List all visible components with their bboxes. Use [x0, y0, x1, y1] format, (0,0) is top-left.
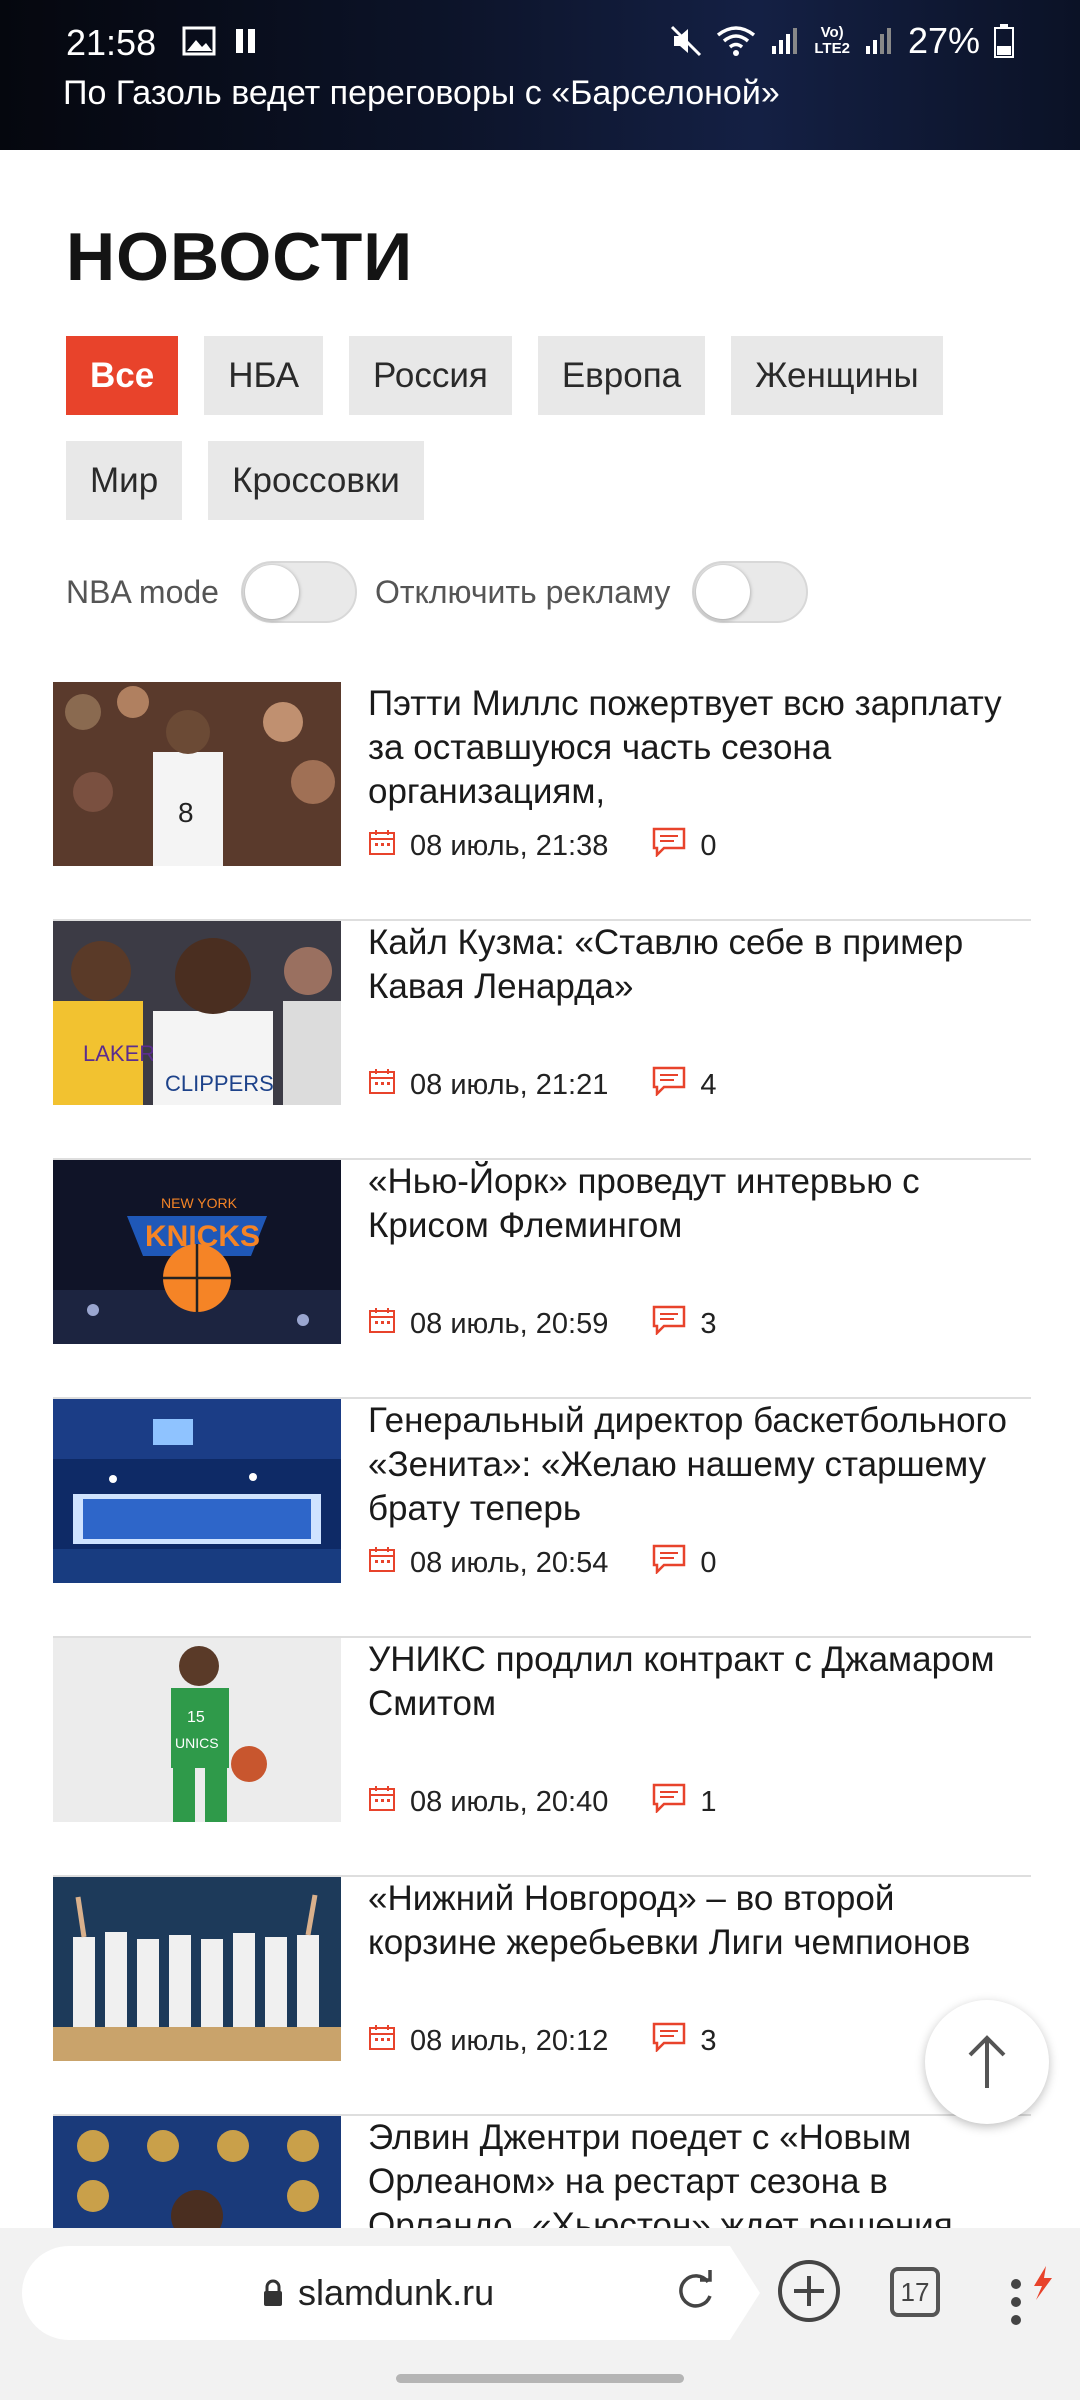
- news-item[interactable]: KNICKS NEW YORK «Нью-Йорк» проведут интер…: [53, 1160, 1031, 1399]
- reload-icon[interactable]: [672, 2268, 718, 2314]
- comment-icon: [652, 2022, 686, 2060]
- news-item[interactable]: 8 Пэтти Миллс пожертвует всю зарплату за…: [53, 682, 1031, 921]
- news-title[interactable]: «Нью-Йорк» проведут интервью с Крисом Фл…: [368, 1160, 1028, 1292]
- news-thumbnail[interactable]: [53, 1877, 341, 2061]
- comment-icon: [652, 1066, 686, 1104]
- news-title[interactable]: Кайл Кузма: «Ставлю себе в пример Кавая …: [368, 921, 1028, 1053]
- news-title[interactable]: Пэтти Миллс пожертвует всю зарплату за о…: [368, 682, 1028, 814]
- news-date: 08 июль, 21:38: [410, 829, 609, 862]
- news-date: 08 июль, 20:54: [410, 1546, 609, 1579]
- top-banner[interactable]: 21:58 Vo) LTE2 27% По Газоль ведет перего…: [0, 0, 1080, 150]
- address-bar[interactable]: slamdunk.ru: [22, 2246, 760, 2340]
- new-tab-button[interactable]: [776, 2258, 842, 2329]
- news-list: 8 Пэтти Миллс пожертвует всю зарплату за…: [53, 682, 1031, 2355]
- gallery-icon: [182, 26, 216, 56]
- news-item[interactable]: 15 UNICS УНИКС продлил контракт с Джамаро…: [53, 1638, 1031, 1877]
- signal-icon: [772, 28, 798, 54]
- url-text[interactable]: slamdunk.ru: [298, 2272, 494, 2314]
- news-item[interactable]: Генеральный директор баскетбольного «Зен…: [53, 1399, 1031, 1638]
- category-filters: Все НБА Россия Европа Женщины Мир Кроссо…: [66, 336, 1026, 520]
- svg-text:8: 8: [178, 797, 194, 828]
- news-date: 08 июль, 21:21: [410, 1068, 609, 1101]
- battery-percent: 27%: [907, 20, 980, 61]
- filter-all[interactable]: Все: [66, 336, 179, 415]
- svg-text:15: 15: [187, 1709, 205, 1726]
- page-title: НОВОСТИ: [66, 219, 414, 295]
- news-thumbnail[interactable]: 8: [53, 682, 341, 866]
- comment-count[interactable]: 3: [700, 2025, 716, 2058]
- calendar-icon: [368, 1306, 396, 1342]
- scroll-top-button[interactable]: [925, 2000, 1049, 2124]
- calendar-icon: [368, 1067, 396, 1103]
- filter-world[interactable]: Мир: [66, 441, 183, 520]
- svg-text:CLIPPERS: CLIPPERS: [165, 1071, 274, 1096]
- svg-text:UNICS: UNICS: [175, 1735, 219, 1751]
- comment-count[interactable]: 1: [700, 1786, 716, 1819]
- news-date: 08 июль, 20:59: [410, 1307, 609, 1340]
- news-thumbnail[interactable]: KNICKS NEW YORK: [53, 1160, 341, 1344]
- gesture-bar[interactable]: [396, 2374, 684, 2383]
- calendar-icon: [368, 828, 396, 864]
- tab-switcher-button[interactable]: 17: [890, 2267, 940, 2317]
- arrow-up-icon: [968, 2035, 1006, 2088]
- pause-icon: [236, 29, 255, 53]
- news-thumbnail[interactable]: 15 UNICS: [53, 1638, 341, 1822]
- filter-nba[interactable]: НБА: [204, 336, 324, 415]
- nba-mode-label: NBA mode: [66, 573, 219, 610]
- lock-icon: [264, 2279, 282, 2306]
- news-date: 08 июль, 20:40: [410, 1785, 609, 1818]
- battery-icon: [994, 24, 1014, 58]
- news-title[interactable]: Генеральный директор баскетбольного «Зен…: [368, 1399, 1028, 1531]
- filter-europe[interactable]: Европа: [537, 336, 706, 415]
- filter-russia[interactable]: Россия: [349, 336, 512, 415]
- network-type: Vo) LTE2: [814, 24, 850, 57]
- status-time: 21:58: [66, 22, 157, 63]
- comment-icon: [652, 827, 686, 865]
- mute-icon: [671, 25, 702, 57]
- comment-count[interactable]: 4: [700, 1069, 716, 1102]
- disable-ads-label: Отключить рекламу: [374, 573, 671, 610]
- comment-icon: [652, 1783, 686, 1821]
- more-vertical-icon: [1011, 2266, 1052, 2325]
- comment-count[interactable]: 3: [700, 1308, 716, 1341]
- comment-count[interactable]: 0: [700, 830, 716, 863]
- news-title[interactable]: УНИКС продлил контракт с Джамаром Смитом: [368, 1638, 1028, 1770]
- news-thumbnail[interactable]: [53, 1399, 341, 1583]
- wifi-icon: [717, 26, 756, 56]
- plus-circle-icon: [778, 2260, 840, 2322]
- calendar-icon: [368, 1545, 396, 1581]
- news-date: 08 июль, 20:12: [410, 2024, 609, 2057]
- comment-count[interactable]: 0: [700, 1547, 716, 1580]
- disable-ads-toggle[interactable]: [692, 561, 809, 623]
- comment-icon: [652, 1305, 686, 1343]
- svg-text:NEW YORK: NEW YORK: [161, 1195, 238, 1211]
- news-title[interactable]: «Нижний Новгород» – во второй корзине же…: [368, 1877, 1028, 2009]
- banner-headline[interactable]: По Газоль ведет переговоры с «Барселоной…: [63, 74, 780, 113]
- calendar-icon: [368, 1784, 396, 1820]
- filter-women[interactable]: Женщины: [731, 336, 943, 415]
- status-bar: 21:58 Vo) LTE2 27%: [0, 0, 1080, 80]
- news-item[interactable]: LAKERS CLIPPERS Кайл Кузма: «Ставлю себе …: [53, 921, 1031, 1160]
- news-thumbnail[interactable]: LAKERS CLIPPERS: [53, 921, 341, 1105]
- filter-sneakers[interactable]: Кроссовки: [208, 441, 424, 520]
- calendar-icon: [368, 2023, 396, 2059]
- signal-icon-2: [865, 28, 891, 54]
- comment-icon: [652, 1544, 686, 1582]
- nba-mode-toggle[interactable]: [240, 561, 357, 623]
- settings-toggles: NBA mode Отключить рекламу: [66, 560, 826, 624]
- menu-button[interactable]: [1006, 2264, 1062, 2339]
- news-item[interactable]: «Нижний Новгород» – во второй корзине же…: [53, 1877, 1031, 2116]
